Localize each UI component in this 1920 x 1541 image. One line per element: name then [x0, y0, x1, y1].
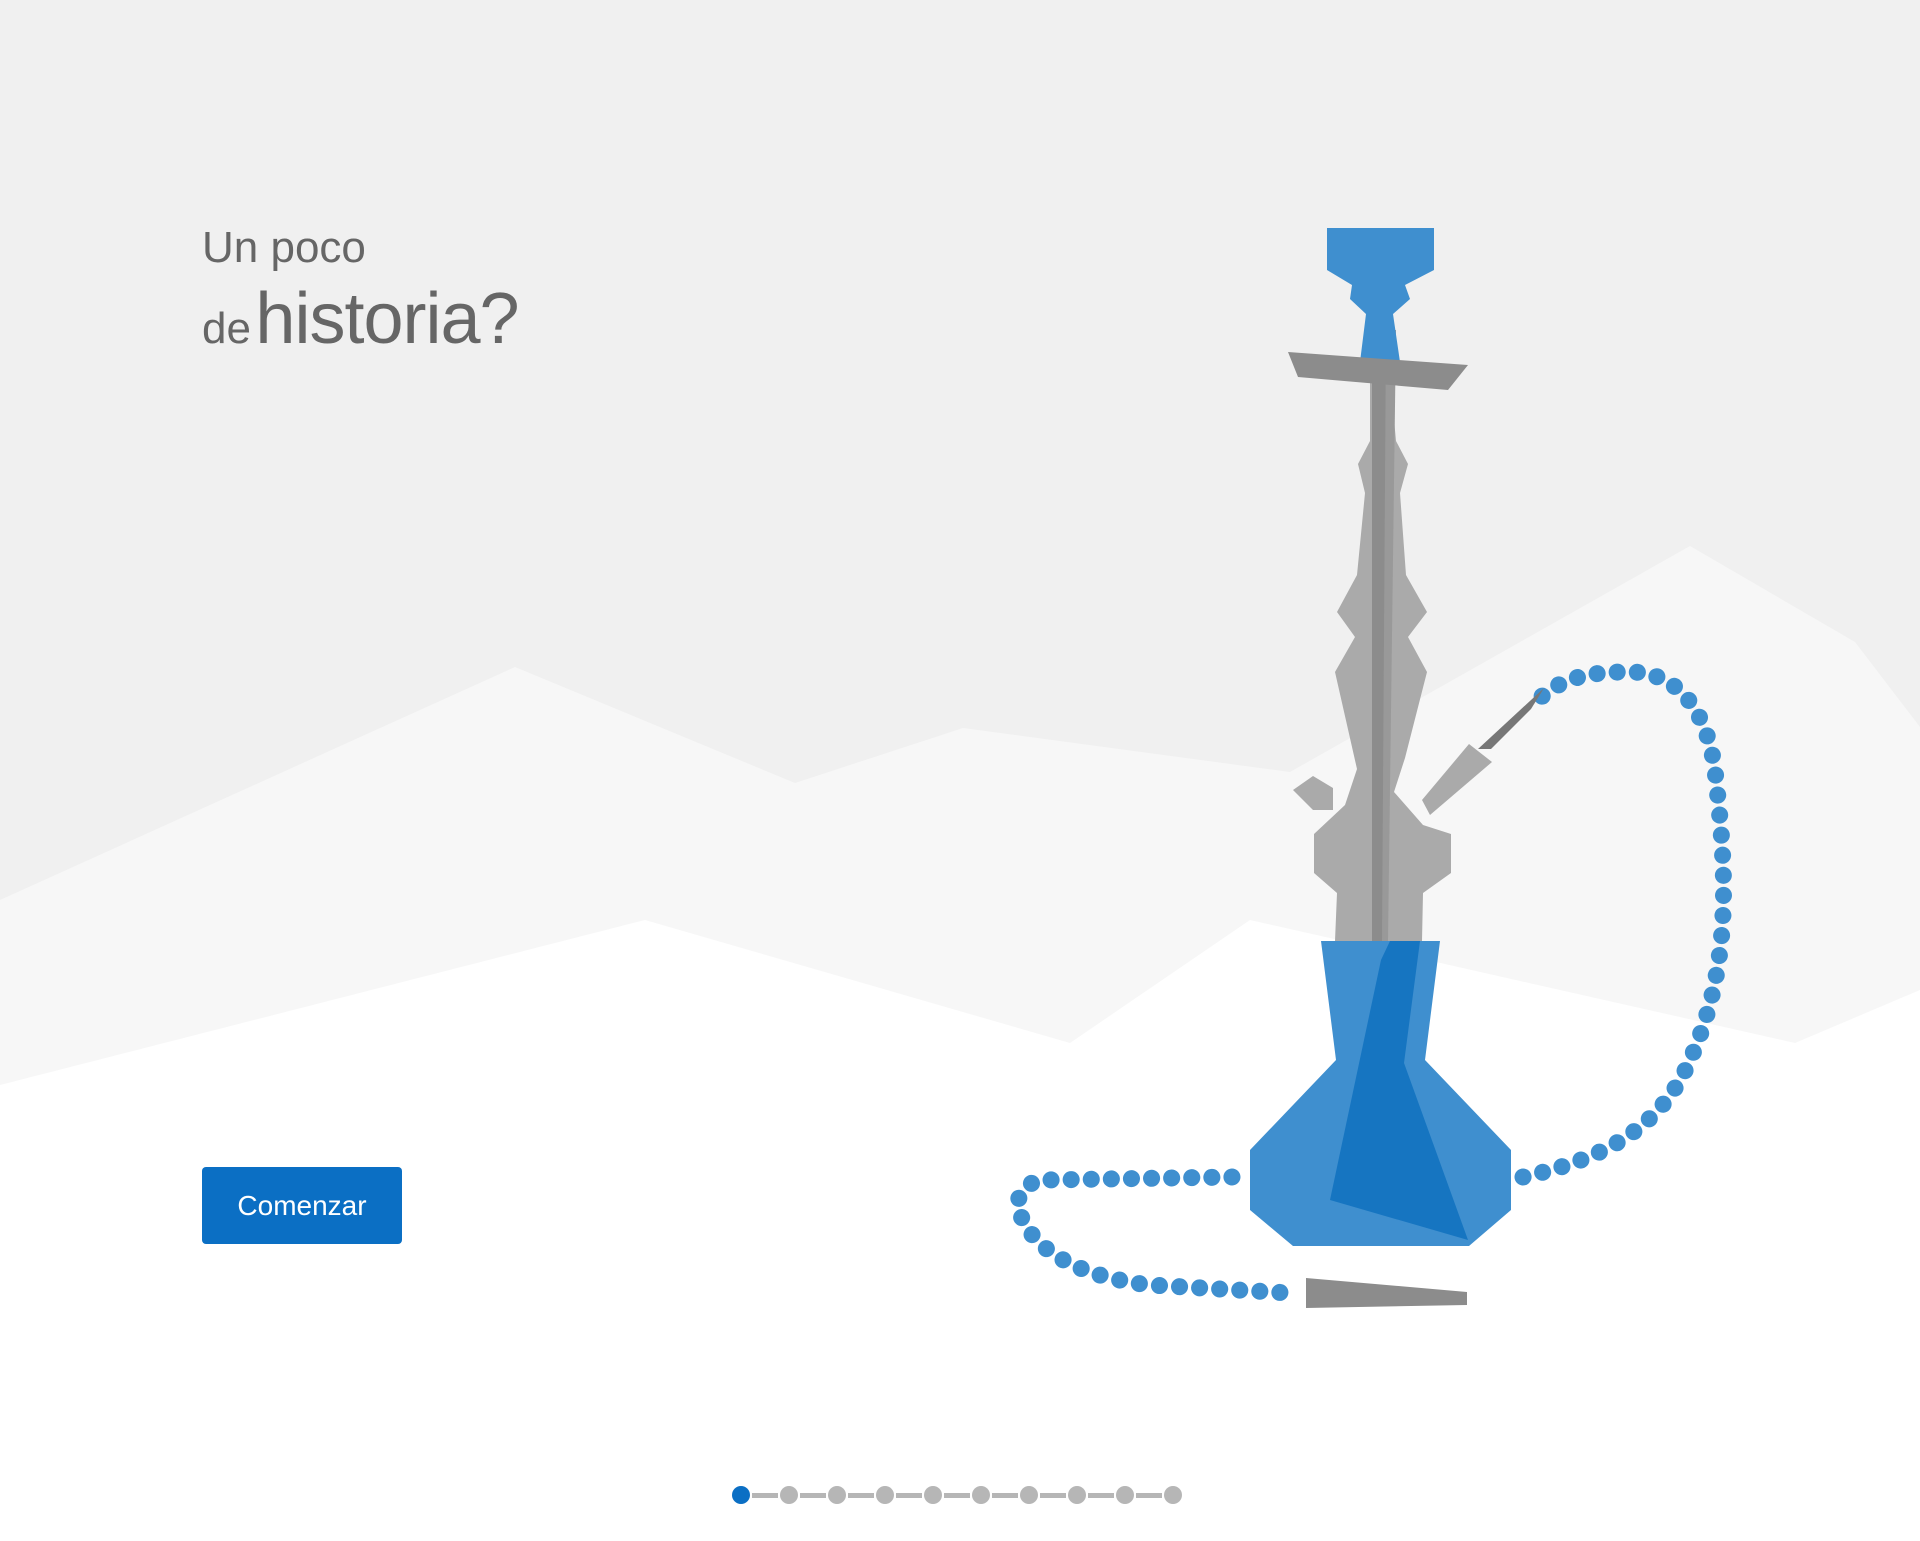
pager-dot-8[interactable]	[1068, 1486, 1086, 1504]
pager-connector	[752, 1492, 778, 1498]
hookah-icon	[1009, 228, 1733, 1308]
hookah-mouthpiece	[1306, 1278, 1467, 1308]
pager-dot-1[interactable]	[732, 1486, 750, 1504]
pager-dot-6[interactable]	[972, 1486, 990, 1504]
pager-connector	[896, 1492, 922, 1498]
pager-connector	[944, 1492, 970, 1498]
pager-connector	[1136, 1492, 1162, 1498]
hookah-bowl	[1327, 228, 1434, 362]
pager-connector	[992, 1492, 1018, 1498]
hookah-hose	[1009, 1168, 1299, 1302]
pager-dot-9[interactable]	[1116, 1486, 1134, 1504]
hookah-connector	[1422, 744, 1492, 815]
hookah-valve	[1293, 776, 1333, 810]
pager-dot-7[interactable]	[1020, 1486, 1038, 1504]
pager-dot-2[interactable]	[780, 1486, 798, 1504]
pager-connector	[848, 1492, 874, 1498]
pager-dot-4[interactable]	[876, 1486, 894, 1504]
pager-connector	[800, 1492, 826, 1498]
pager-connector	[1088, 1492, 1114, 1498]
hookah-hose-right	[1514, 663, 1733, 1186]
pager-dot-10[interactable]	[1164, 1486, 1182, 1504]
slide-pager	[732, 1486, 1182, 1504]
pager-dot-3[interactable]	[828, 1486, 846, 1504]
pager-dot-5[interactable]	[924, 1486, 942, 1504]
hookah-connector-outer	[1478, 688, 1544, 749]
pager-connector	[1040, 1492, 1066, 1498]
